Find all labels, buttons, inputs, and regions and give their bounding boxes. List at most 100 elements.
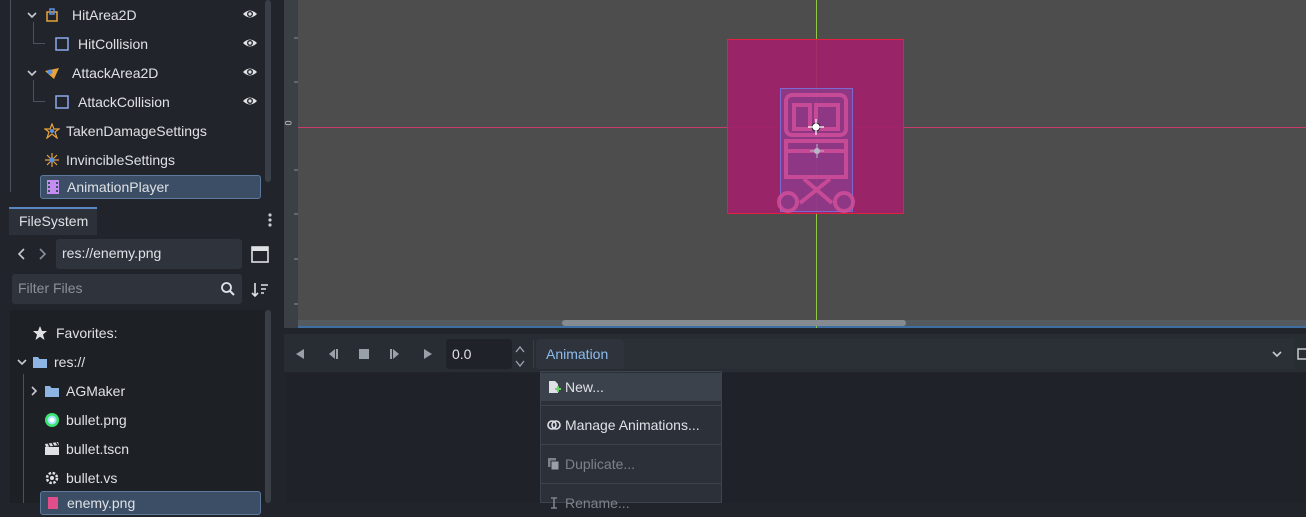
tree-item-label: enemy.png bbox=[67, 495, 136, 511]
area2d-icon bbox=[44, 7, 62, 23]
tree-item-label: HitCollision bbox=[78, 35, 149, 52]
chevron-right-icon[interactable] bbox=[26, 383, 42, 399]
visual-script-icon bbox=[44, 470, 60, 486]
node-icon bbox=[44, 152, 60, 168]
tree-item-animationplayer[interactable]: AnimationPlayer bbox=[40, 175, 261, 199]
menu-item-label: Duplicate... bbox=[565, 456, 636, 472]
stop-icon[interactable] bbox=[357, 347, 371, 361]
animation-menu-button[interactable]: Animation bbox=[536, 339, 624, 369]
tree-item-label: AttackCollision bbox=[78, 93, 170, 110]
file-bullet-png[interactable]: bullet.png bbox=[44, 405, 262, 434]
tree-item-label: bullet.tscn bbox=[66, 440, 130, 457]
tree-guide-line bbox=[10, 0, 11, 192]
menu-item-manage-animations[interactable]: Manage Animations... bbox=[541, 411, 721, 439]
chevron-left-icon[interactable] bbox=[14, 246, 30, 262]
favorites-item[interactable]: Favorites: bbox=[32, 318, 262, 347]
folder-agmaker[interactable]: AGMaker bbox=[26, 376, 262, 405]
path-field[interactable]: res://enemy.png bbox=[56, 239, 242, 269]
spin-down-icon[interactable] bbox=[514, 356, 526, 368]
menu-item-new[interactable]: New... bbox=[541, 373, 721, 401]
menu-item-label: New... bbox=[565, 379, 604, 395]
toolbar-separator bbox=[533, 340, 534, 368]
file-bullet-vs[interactable]: bullet.vs bbox=[44, 463, 262, 492]
folder-icon bbox=[44, 383, 60, 399]
visibility-eye-icon[interactable] bbox=[242, 64, 258, 80]
chevron-down-icon[interactable] bbox=[24, 7, 40, 23]
tree-item-attackcollision[interactable]: AttackCollision bbox=[54, 87, 266, 116]
tree-item-takendamagesettings[interactable]: TakenDamageSettings bbox=[43, 116, 266, 145]
pivot-crosshair-icon[interactable] bbox=[810, 144, 824, 158]
tree-item-label: HitArea2D bbox=[72, 6, 137, 23]
play-backwards-from-end-icon[interactable] bbox=[325, 347, 339, 361]
menu-separator bbox=[541, 405, 721, 406]
rename-icon bbox=[547, 496, 561, 510]
tab-label: FileSystem bbox=[19, 213, 89, 229]
folder-icon bbox=[32, 354, 48, 370]
sort-icon[interactable] bbox=[251, 281, 269, 299]
collision-shape-icon bbox=[54, 36, 70, 52]
node-icon bbox=[43, 121, 61, 140]
new-file-icon bbox=[547, 380, 561, 394]
menu-item-label: Rename... bbox=[565, 495, 630, 511]
duplicate-icon bbox=[547, 457, 561, 471]
chevron-right-icon[interactable] bbox=[34, 246, 50, 262]
tab-filesystem[interactable]: FileSystem bbox=[9, 207, 97, 235]
tree-item-label: TakenDamageSettings bbox=[66, 122, 207, 139]
menu-separator bbox=[541, 483, 721, 484]
animation-button-label: Animation bbox=[546, 346, 609, 362]
filter-files-input[interactable]: Filter Files bbox=[12, 274, 242, 304]
animation-track-area[interactable] bbox=[286, 373, 1306, 503]
image-icon bbox=[44, 412, 60, 428]
scene-tree: HitArea2D HitCollision AttackArea2D Atta… bbox=[10, 0, 266, 199]
play-backwards-icon[interactable] bbox=[293, 347, 307, 361]
filesystem-scrollbar[interactable] bbox=[265, 310, 271, 503]
tree-item-label: AGMaker bbox=[66, 382, 126, 399]
filesystem-dock: FileSystem res://enemy.png Filter Files … bbox=[0, 204, 278, 515]
play-icon[interactable] bbox=[421, 347, 435, 361]
split-view-icon[interactable] bbox=[251, 246, 269, 264]
tree-item-label: bullet.png bbox=[66, 411, 127, 428]
scene-tree-scrollbar[interactable] bbox=[265, 0, 271, 182]
folder-res-root[interactable]: res:// bbox=[14, 347, 262, 376]
scene-icon bbox=[44, 441, 60, 457]
chevron-down-icon[interactable] bbox=[1270, 347, 1284, 361]
scene-tree-panel: HitArea2D HitCollision AttackArea2D Atta… bbox=[0, 0, 278, 200]
file-bullet-tscn[interactable]: bullet.tscn bbox=[44, 434, 262, 463]
menu-item-duplicate[interactable]: Duplicate... bbox=[541, 450, 721, 478]
tree-item-hitcollision[interactable]: HitCollision bbox=[54, 29, 266, 58]
pivot-crosshair-icon[interactable] bbox=[808, 119, 824, 135]
menu-item-label: Manage Animations... bbox=[565, 417, 700, 433]
play-from-start-icon[interactable] bbox=[389, 347, 403, 361]
menu-item-rename[interactable]: Rename... bbox=[541, 489, 721, 517]
spin-up-icon[interactable] bbox=[514, 341, 526, 353]
chevron-down-icon[interactable] bbox=[24, 65, 40, 81]
animation-time-spinbox[interactable]: 0.0 bbox=[446, 339, 512, 369]
tree-guide-line bbox=[23, 374, 24, 503]
menu-separator bbox=[541, 444, 721, 445]
chevron-down-icon[interactable] bbox=[14, 354, 30, 370]
visibility-eye-icon[interactable] bbox=[242, 93, 258, 109]
animation-player-icon bbox=[45, 179, 61, 195]
visibility-eye-icon[interactable] bbox=[242, 35, 258, 51]
visibility-eye-icon[interactable] bbox=[242, 6, 258, 22]
tree-item-label: Favorites: bbox=[56, 324, 118, 341]
animation-dropdown-menu: New... Manage Animations... Duplicate...… bbox=[540, 371, 722, 511]
tree-item-hitarea2d[interactable]: HitArea2D bbox=[24, 0, 266, 29]
pin-icon[interactable] bbox=[1297, 347, 1306, 361]
collision-shape-icon bbox=[54, 94, 70, 110]
tree-guide-line bbox=[33, 101, 45, 102]
file-enemy-png[interactable]: enemy.png bbox=[40, 491, 261, 515]
viewport-scrollbar-thumb[interactable] bbox=[562, 320, 906, 326]
time-value: 0.0 bbox=[452, 346, 472, 362]
ruler-zero-label: 0 bbox=[283, 120, 294, 126]
tree-item-invinciblesettings[interactable]: InvincibleSettings bbox=[44, 145, 266, 174]
tree-item-label: bullet.vs bbox=[66, 469, 118, 486]
tree-item-attackarea2d[interactable]: AttackArea2D bbox=[24, 58, 266, 87]
area2d-icon bbox=[44, 65, 62, 81]
library-icon bbox=[547, 418, 561, 432]
tree-item-label: AnimationPlayer bbox=[67, 179, 169, 195]
tree-item-label: res:// bbox=[54, 353, 86, 370]
animation-selector[interactable] bbox=[624, 339, 1294, 369]
kebab-menu-icon[interactable] bbox=[262, 212, 278, 228]
file-tree: Favorites: res:// AGMaker bullet.png bul bbox=[10, 310, 266, 515]
